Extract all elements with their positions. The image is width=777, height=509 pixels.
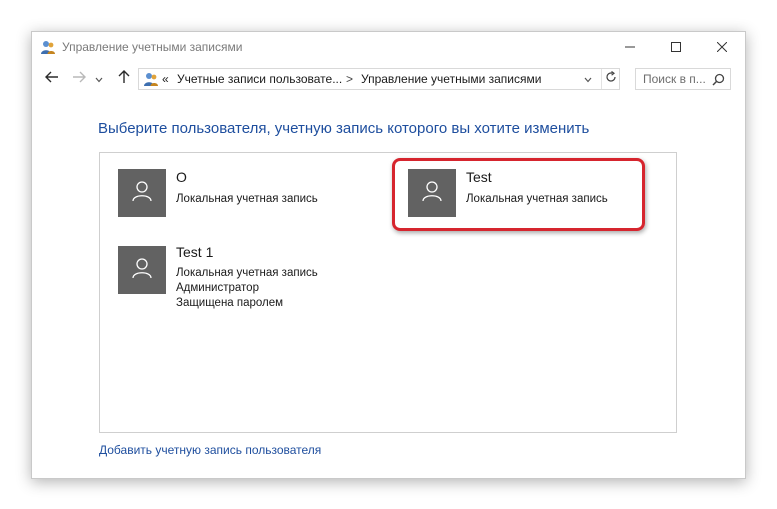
refresh-button[interactable] bbox=[601, 69, 620, 89]
minimize-icon bbox=[625, 42, 635, 52]
close-icon bbox=[717, 42, 727, 52]
breadcrumb-user-accounts[interactable]: Учетные записи пользовате... bbox=[177, 72, 342, 86]
chevron-down-icon bbox=[584, 70, 592, 88]
user-icon bbox=[131, 180, 153, 207]
account-test-1[interactable]: Test 1 Локальная учетная запись Админист… bbox=[118, 244, 378, 314]
arrow-up-icon bbox=[118, 69, 130, 89]
accounts-list: O Локальная учетная запись Test Локальна… bbox=[99, 152, 677, 433]
back-button[interactable] bbox=[42, 69, 62, 89]
minimize-button[interactable] bbox=[607, 32, 653, 62]
users-icon bbox=[143, 71, 159, 87]
account-role: Администратор bbox=[176, 282, 259, 294]
account-password-status: Защищена паролем bbox=[176, 297, 284, 309]
recent-locations-dropdown[interactable] bbox=[92, 69, 106, 89]
selection-highlight bbox=[392, 158, 645, 231]
search-input[interactable]: Поиск в п... bbox=[635, 68, 731, 90]
refresh-icon bbox=[605, 70, 617, 88]
page-title: Выберите пользователя, учетную запись ко… bbox=[98, 120, 590, 137]
maximize-button[interactable] bbox=[653, 32, 699, 62]
user-icon bbox=[131, 257, 153, 284]
chevron-down-icon bbox=[95, 70, 103, 88]
address-dropdown[interactable] bbox=[580, 69, 596, 89]
account-type: Локальная учетная запись bbox=[176, 267, 318, 279]
breadcrumb-overflow[interactable]: « bbox=[162, 72, 169, 86]
account-o[interactable]: O Локальная учетная запись bbox=[118, 169, 378, 229]
arrow-right-icon bbox=[72, 70, 86, 88]
account-type: Локальная учетная запись bbox=[176, 193, 318, 205]
add-account-link[interactable]: Добавить учетную запись пользователя bbox=[99, 443, 321, 457]
close-button[interactable] bbox=[699, 32, 745, 62]
navigation-bar: « Учетные записи пользовате... > Управле… bbox=[32, 66, 745, 94]
search-placeholder: Поиск в п... bbox=[643, 72, 706, 86]
title-bar: Управление учетными записями bbox=[32, 32, 745, 62]
up-button[interactable] bbox=[114, 69, 134, 89]
address-bar[interactable]: « Учетные записи пользовате... > Управле… bbox=[138, 68, 620, 90]
arrow-left-icon bbox=[45, 70, 59, 88]
account-name: Test 1 bbox=[176, 244, 214, 260]
search-icon bbox=[712, 73, 725, 86]
breadcrumb-separator[interactable]: > bbox=[346, 72, 353, 86]
account-name: O bbox=[176, 169, 187, 185]
avatar bbox=[118, 169, 166, 217]
forward-button[interactable] bbox=[69, 69, 89, 89]
window: Управление учетными записями « Учетные з… bbox=[31, 31, 746, 479]
users-icon bbox=[40, 39, 56, 55]
breadcrumb-manage-accounts[interactable]: Управление учетными записями bbox=[361, 72, 541, 86]
avatar bbox=[118, 246, 166, 294]
window-title: Управление учетными записями bbox=[62, 40, 243, 54]
maximize-icon bbox=[671, 42, 681, 52]
